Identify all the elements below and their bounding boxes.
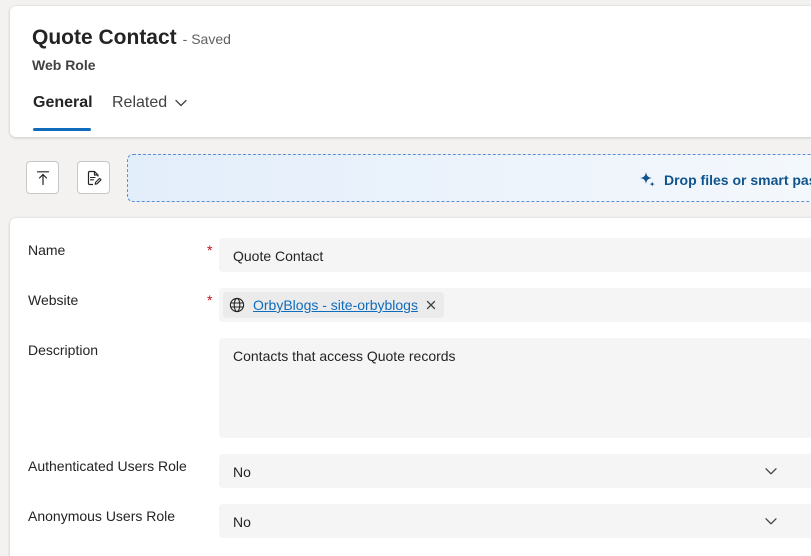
name-label: Name xyxy=(28,242,66,258)
chevron-down-icon xyxy=(765,468,777,475)
chevron-down-icon xyxy=(175,99,187,107)
website-label: Website xyxy=(28,292,79,308)
drop-zone-text: Drop files or smart pas xyxy=(664,171,811,188)
anonymous-users-role-value: No xyxy=(233,514,251,530)
entity-name: Web Role xyxy=(32,57,96,73)
authenticated-users-role-select[interactable]: No xyxy=(219,454,811,488)
description-label: Description xyxy=(28,342,99,358)
description-field[interactable]: Contacts that access Quote records xyxy=(219,338,811,438)
website-lookup-field[interactable]: OrbyBlogs - site-orbyblogs xyxy=(219,288,811,322)
scroll-to-top-button[interactable] xyxy=(26,161,59,194)
description-value: Contacts that access Quote records xyxy=(233,348,456,364)
name-required-marker: * xyxy=(207,242,213,258)
globe-icon xyxy=(229,297,245,313)
title-row: Quote Contact - Saved xyxy=(32,26,231,50)
general-form: Name * Quote Contact Website * OrbyBlogs… xyxy=(10,218,811,556)
website-required-marker: * xyxy=(207,292,213,308)
record-header: Quote Contact - Saved Web Role General R… xyxy=(10,6,811,137)
tab-related-label: Related xyxy=(112,94,168,111)
drop-zone-content: Drop files or smart pas xyxy=(639,171,811,188)
chevron-down-icon xyxy=(765,518,777,525)
file-drop-zone[interactable]: Drop files or smart pas xyxy=(127,154,811,202)
remove-lookup-button[interactable] xyxy=(426,300,436,310)
notes-button[interactable] xyxy=(77,161,110,194)
tab-general[interactable]: General xyxy=(33,94,93,112)
authenticated-users-role-label: Authenticated Users Role xyxy=(28,458,187,474)
tab-selected-indicator xyxy=(33,128,91,131)
name-field[interactable]: Quote Contact xyxy=(219,238,811,272)
website-lookup-link[interactable]: OrbyBlogs - site-orbyblogs xyxy=(253,297,418,313)
anonymous-users-role-label: Anonymous Users Role xyxy=(28,508,176,524)
tab-related[interactable]: Related xyxy=(112,94,187,112)
arrow-up-to-top-icon xyxy=(36,170,49,185)
save-status: - Saved xyxy=(182,31,231,47)
document-edit-icon xyxy=(87,170,102,185)
sparkle-icon xyxy=(640,172,655,187)
authenticated-users-role-value: No xyxy=(233,464,251,480)
close-icon xyxy=(426,300,436,310)
record-title: Quote Contact xyxy=(32,26,177,49)
anonymous-users-role-select[interactable]: No xyxy=(219,504,811,538)
website-lookup-tag: OrbyBlogs - site-orbyblogs xyxy=(223,292,444,318)
name-value: Quote Contact xyxy=(233,248,324,264)
